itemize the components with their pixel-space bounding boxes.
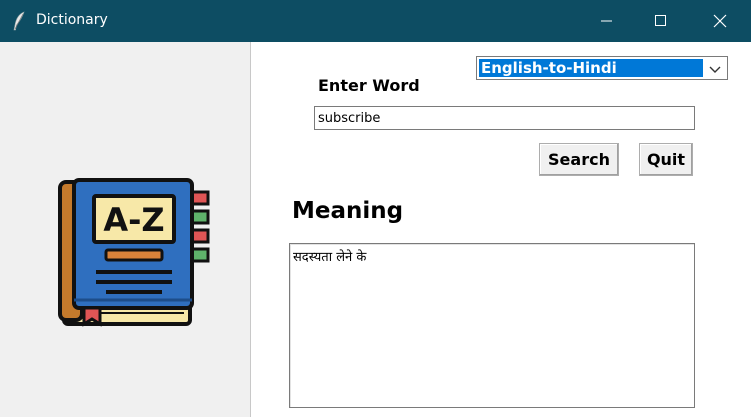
word-input[interactable] <box>314 106 695 130</box>
book-title-text: A-Z <box>103 201 164 239</box>
maximize-button[interactable] <box>638 0 684 42</box>
feather-icon <box>10 11 28 31</box>
close-button[interactable] <box>697 0 743 42</box>
enter-word-label: Enter Word <box>318 76 420 95</box>
meaning-text: सदस्यता लेने के <box>293 250 367 265</box>
quit-button[interactable]: Quit <box>639 143 693 176</box>
window-title: Dictionary <box>36 12 108 28</box>
meaning-textbox[interactable]: सदस्यता लेने के <box>289 243 695 408</box>
minimize-button[interactable] <box>584 0 630 42</box>
language-selected-value[interactable]: English-to-Hindi <box>479 59 703 77</box>
maximize-icon <box>655 15 667 27</box>
sidebar-panel: A-Z <box>0 42 251 417</box>
meaning-heading: Meaning <box>292 198 404 224</box>
language-select[interactable]: English-to-Hindi <box>476 56 728 80</box>
a-z-book-icon: A-Z <box>56 176 212 332</box>
minimize-icon <box>601 15 613 27</box>
close-icon <box>713 14 727 28</box>
title-bar[interactable]: Dictionary <box>0 0 751 42</box>
search-button[interactable]: Search <box>539 143 619 176</box>
chevron-down-icon[interactable] <box>707 61 723 77</box>
